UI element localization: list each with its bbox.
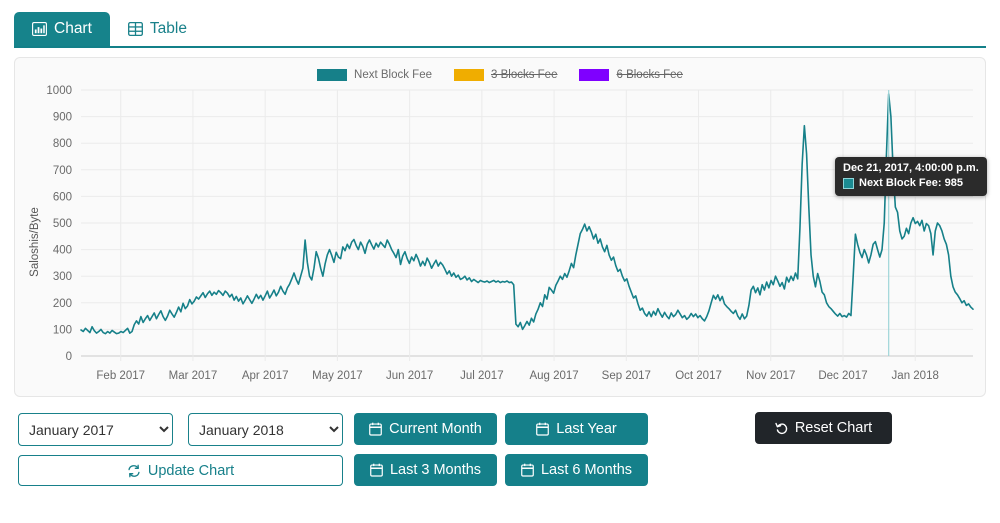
- reset-chart-button[interactable]: Reset Chart: [755, 412, 892, 444]
- svg-text:Nov 2017: Nov 2017: [746, 370, 795, 382]
- line-chart-svg: 0 100 200 300 400 500 600 700 800 900 1000 Feb 2017…: [46, 85, 974, 382]
- svg-text:300: 300: [53, 271, 72, 283]
- svg-text:100: 100: [53, 324, 72, 336]
- legend-label-3-blocks-fee: 3 Blocks Fee: [491, 69, 558, 81]
- tab-chart-label: Chart: [54, 20, 92, 37]
- view-tabs: Chart Table: [14, 12, 986, 48]
- update-chart-label: Update Chart: [147, 462, 235, 479]
- end-month-select[interactable]: January 2017January 2018: [188, 413, 343, 446]
- bar-chart-icon: [32, 22, 47, 36]
- undo-icon: [775, 422, 788, 435]
- start-month-select[interactable]: January 2017January 2018: [18, 413, 173, 446]
- tab-table-label: Table: [149, 20, 187, 37]
- svg-text:Sep 2017: Sep 2017: [602, 370, 651, 382]
- tab-chart[interactable]: Chart: [14, 12, 110, 46]
- current-month-button[interactable]: Current Month: [354, 413, 497, 445]
- svg-text:Jan 2018: Jan 2018: [892, 370, 939, 382]
- svg-text:Jun 2017: Jun 2017: [386, 370, 433, 382]
- svg-text:400: 400: [53, 245, 72, 257]
- calendar-icon: [536, 422, 550, 436]
- last-year-button[interactable]: Last Year: [505, 413, 648, 445]
- legend-label-next-block-fee: Next Block Fee: [354, 69, 432, 81]
- refresh-icon: [127, 464, 141, 478]
- chart-controls: January 2017January 2018 January 2017Jan…: [0, 405, 1000, 515]
- svg-text:May 2017: May 2017: [312, 370, 363, 382]
- reset-chart-label: Reset Chart: [794, 420, 873, 436]
- svg-text:Mar 2017: Mar 2017: [169, 370, 218, 382]
- tooltip-title: Dec 21, 2017, 4:00:00 p.m.: [843, 162, 979, 174]
- svg-text:Jul 2017: Jul 2017: [460, 370, 503, 382]
- last-year-label: Last Year: [556, 421, 617, 437]
- legend-item-3-blocks-fee[interactable]: 3 Blocks Fee: [454, 69, 557, 81]
- chart-legend: Next Block Fee 3 Blocks Fee 6 Blocks Fee: [15, 69, 985, 81]
- svg-text:600: 600: [53, 191, 72, 203]
- plot-area[interactable]: Saloshis/Byte 0 100 200 300 400 500 600 700 800 9…: [15, 84, 987, 398]
- svg-text:0: 0: [66, 351, 72, 363]
- chart-panel: Next Block Fee 3 Blocks Fee 6 Blocks Fee…: [14, 57, 987, 398]
- svg-text:Oct 2017: Oct 2017: [675, 370, 722, 382]
- svg-text:900: 900: [53, 112, 72, 124]
- legend-item-next-block-fee[interactable]: Next Block Fee: [317, 69, 432, 81]
- table-icon: [127, 22, 143, 36]
- svg-text:Feb 2017: Feb 2017: [96, 370, 145, 382]
- svg-text:1000: 1000: [46, 85, 72, 97]
- tooltip-value-text: Next Block Fee: 985: [859, 177, 963, 189]
- legend-swatch-6-blocks-fee: [579, 69, 610, 81]
- fee-chart-page: Chart Table Next Block Fee 3 Blocks Fee …: [0, 0, 1000, 523]
- svg-text:200: 200: [53, 298, 72, 310]
- svg-text:800: 800: [53, 138, 72, 150]
- legend-label-6-blocks-fee: 6 Blocks Fee: [616, 69, 683, 81]
- update-chart-button[interactable]: Update Chart: [18, 455, 343, 486]
- chart-tooltip: Dec 21, 2017, 4:00:00 p.m. Next Block Fe…: [835, 157, 987, 196]
- legend-swatch-next-block-fee: [317, 69, 348, 81]
- tab-table[interactable]: Table: [110, 12, 205, 46]
- svg-text:Apr 2017: Apr 2017: [242, 370, 289, 382]
- tooltip-series-row: Next Block Fee: 985: [843, 176, 979, 191]
- legend-swatch-3-blocks-fee: [454, 69, 484, 81]
- calendar-icon: [521, 463, 534, 477]
- svg-text:Aug 2017: Aug 2017: [529, 370, 578, 382]
- legend-item-6-blocks-fee[interactable]: 6 Blocks Fee: [579, 69, 683, 81]
- calendar-icon: [369, 422, 383, 436]
- current-month-label: Current Month: [389, 421, 482, 437]
- calendar-icon: [370, 463, 383, 477]
- svg-text:700: 700: [53, 165, 72, 177]
- last-6-months-button[interactable]: Last 6 Months: [505, 454, 648, 486]
- svg-text:500: 500: [53, 218, 72, 230]
- last-3-months-button[interactable]: Last 3 Months: [354, 454, 497, 486]
- svg-text:Dec 2017: Dec 2017: [818, 370, 867, 382]
- last-3-months-label: Last 3 Months: [389, 462, 482, 478]
- last-6-months-label: Last 6 Months: [540, 462, 633, 478]
- tooltip-swatch-icon: [843, 178, 854, 189]
